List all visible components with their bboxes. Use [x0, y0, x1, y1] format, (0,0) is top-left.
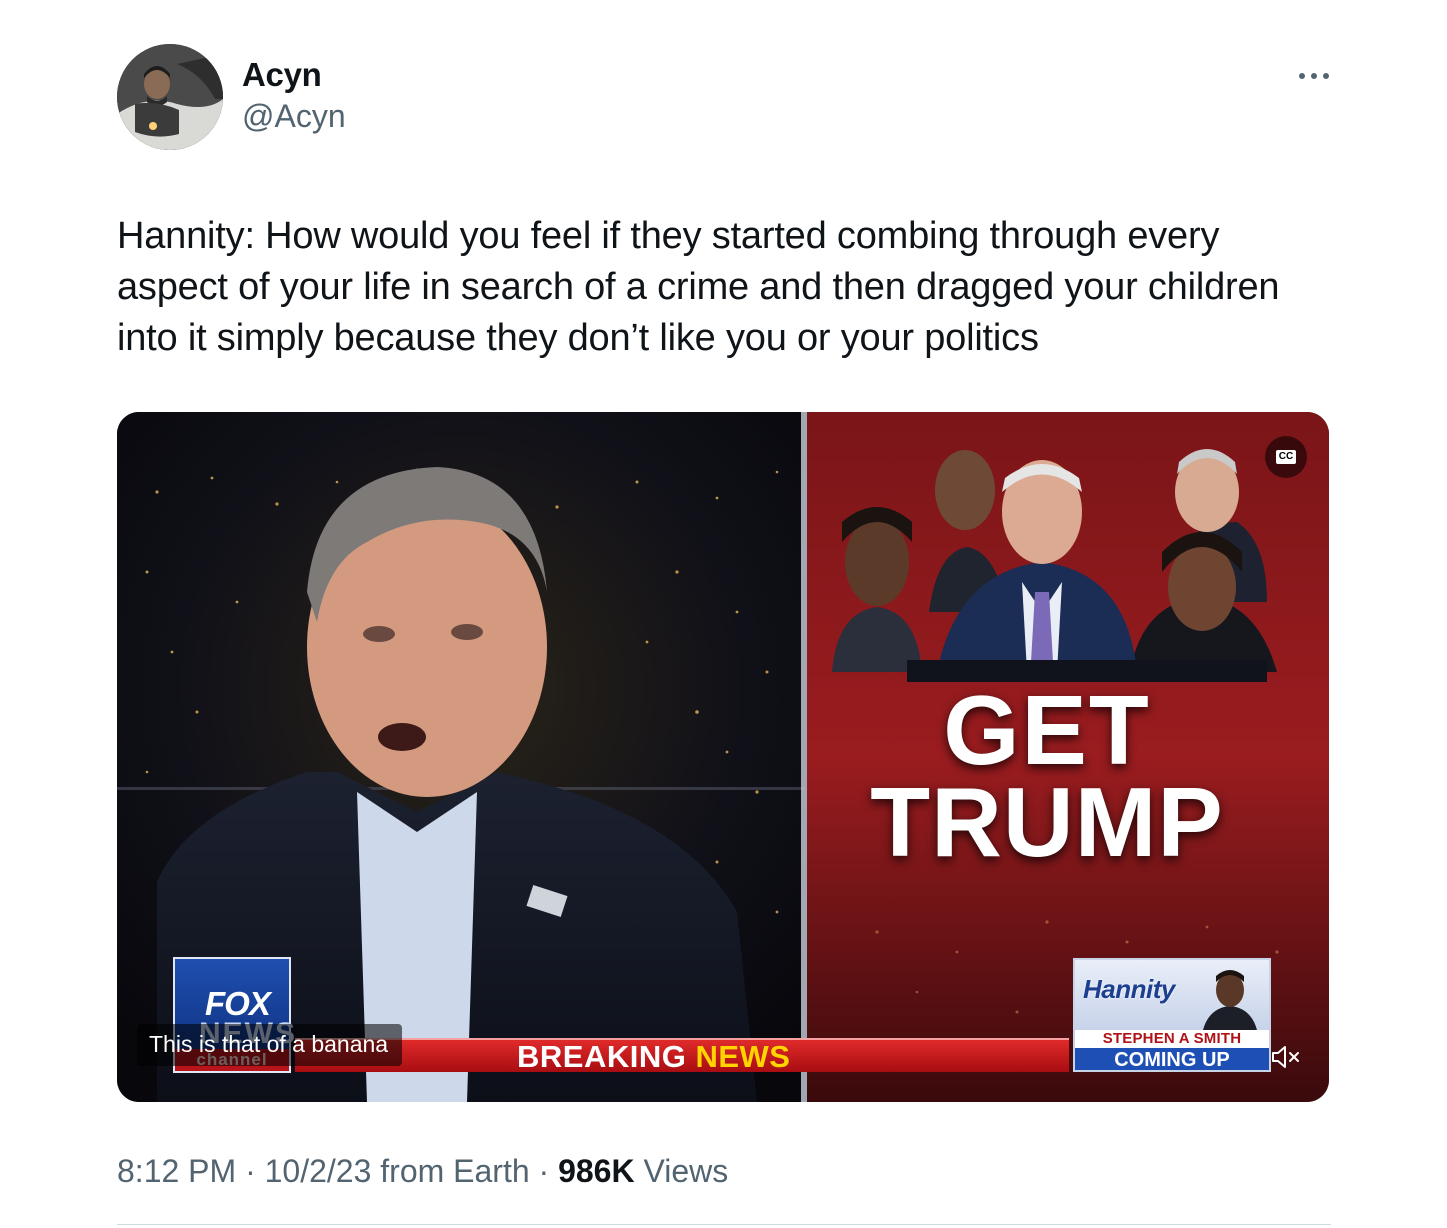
views-label: Views	[634, 1153, 729, 1189]
meta-separator: ·	[529, 1153, 559, 1189]
promo-coming-up: COMING UP	[1075, 1048, 1269, 1070]
breaking-news-ticker: BREAKING NEWS	[295, 1038, 1069, 1075]
guest-photo	[1203, 970, 1257, 1030]
tweet-source: from Earth	[371, 1153, 530, 1189]
display-name[interactable]: Acyn	[242, 56, 322, 94]
volume-muted-icon	[1272, 1046, 1299, 1068]
closed-captions-button[interactable]: CC	[1265, 436, 1307, 478]
video-overlay-title: GET TRUMP	[817, 675, 1277, 877]
avatar[interactable]	[117, 44, 223, 150]
promo-show-name: Hannity	[1083, 974, 1175, 1004]
tweet-text: Hannity: How would you feel if they star…	[117, 215, 1280, 359]
ticker-news: NEWS	[695, 1039, 791, 1074]
more-horizontal-icon	[1299, 73, 1329, 79]
cc-icon: CC	[1275, 450, 1297, 464]
divider	[117, 1224, 1331, 1225]
meta-separator: ·	[236, 1153, 265, 1189]
avatar-photo	[117, 44, 223, 150]
promo-guest-name: STEPHEN A SMITH	[1075, 1030, 1269, 1048]
mute-button[interactable]	[1269, 1042, 1303, 1072]
ticker-breaking: BREAKING	[517, 1039, 687, 1074]
video-player[interactable]: GET TRUMP FOX NEWS channel BREAKING NEWS…	[117, 412, 1329, 1102]
tweet-metadata: 8:12 PM · 10/2/23 from Earth · 986K View…	[117, 1153, 728, 1190]
tweet-date[interactable]: 10/2/23	[265, 1153, 372, 1189]
overlay-line-trump: TRUMP	[870, 767, 1224, 877]
views-count[interactable]: 986K	[558, 1153, 635, 1189]
user-handle[interactable]: @Acyn	[242, 98, 346, 135]
video-caption: This is that of a banana	[137, 1024, 403, 1066]
overlay-line-get: GET	[943, 675, 1151, 785]
tweet-time[interactable]: 8:12 PM	[117, 1153, 236, 1189]
ticker-text: BREAKING NEWS	[517, 1039, 790, 1075]
show-promo-box: Hannity STEPHEN A SMITH COMING UP	[1073, 958, 1271, 1072]
more-options-button[interactable]	[1292, 62, 1336, 90]
